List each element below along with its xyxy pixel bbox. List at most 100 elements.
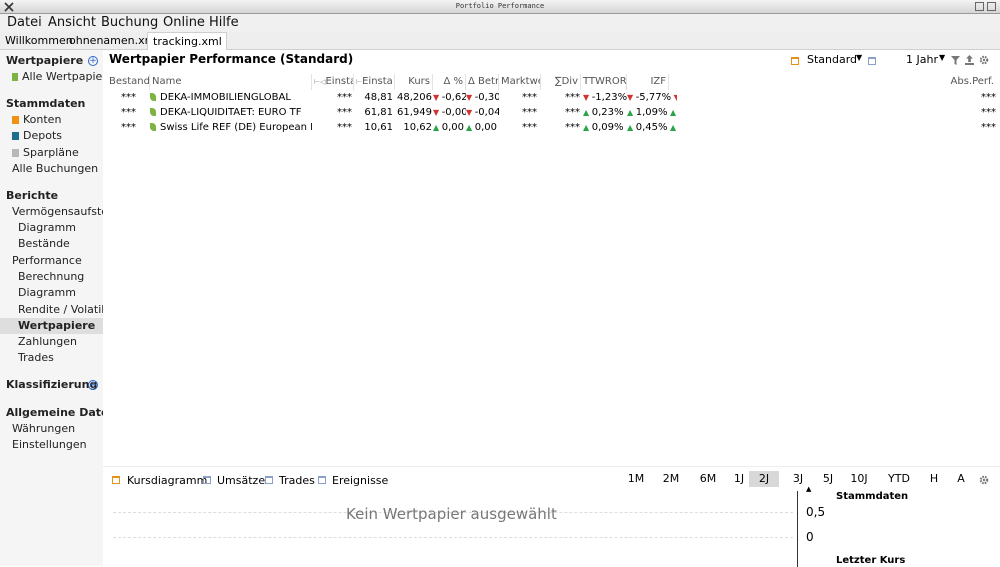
cell-value: *** [121,122,136,133]
file-tab-bar: Willkommen ohnenamen.xml tracking.xml × [0,32,1000,66]
sidebar-item-alle-wertpapiere[interactable]: Alle Wertpapiere [12,70,103,83]
trend-up-icon: ▲ [433,123,442,132]
transactions-icon [203,476,211,484]
sidebar-header-wertpapiere: Wertpapiere [6,54,84,67]
trend-down-icon: ▼ [433,93,442,102]
add-classification-icon[interactable]: + [88,380,98,390]
col-header-einstand2-label: Einsta [362,76,393,87]
range-button[interactable]: YTD [885,471,913,487]
range-button[interactable]: 5J [819,471,837,487]
cell-value: 61,949 [397,107,432,118]
col-header-einstand1[interactable]: ⊢◁Einsta [312,74,354,90]
col-header-abs-perf[interactable]: Abs.Perf. [946,74,996,90]
sidebar-item-diagramm[interactable]: Diagramm [18,221,76,234]
cell-value: *** [522,92,537,103]
range-button[interactable]: 2J [749,471,779,487]
range-button[interactable]: 2M [661,471,681,487]
view-save-icon[interactable] [868,55,876,68]
sidebar-item-wertpapiere[interactable]: Wertpapiere [18,319,95,332]
tab-trades[interactable]: Trades [265,474,315,487]
view-dropdown-icon[interactable]: ▼ [856,53,862,62]
sidebar-item-performance[interactable]: Performance [12,254,82,267]
cell-value: *** [981,122,996,133]
sidebar-item-einstellungen[interactable]: Einstellungen [12,438,87,451]
cell-name: DEKA-IMMOBILIENGLOBAL [150,90,312,105]
sidebar-item-bestaende[interactable]: Bestände [18,237,70,250]
sidebar-item-vermoegen[interactable]: Vermögensaufstell [12,205,103,218]
sidebar-item-perf-diagramm[interactable]: Diagramm [18,286,76,299]
cell-einst2: 48,81 [354,90,393,105]
trend-down-icon: ▼ [627,93,636,102]
col-header-kurs[interactable]: Kurs [395,74,433,90]
range-button[interactable]: 1M [627,471,645,487]
export-icon[interactable] [965,55,974,65]
cell-bestand: *** [107,120,150,135]
cell-value: 0,00 [441,122,464,133]
column-fx-icon: ⊢◁ [314,78,326,86]
menu-datei[interactable]: Datei [7,14,42,32]
range-button[interactable]: H [925,471,943,487]
cell-abs: *** [946,105,996,120]
range-button[interactable]: 6M [697,471,719,487]
add-security-icon[interactable]: + [88,56,98,66]
range-button[interactable]: 1J [731,471,747,487]
info-header-letzter-kurs: Letzter Kurs [836,555,906,566]
menu-online[interactable]: Online [163,14,205,32]
minimize-window-icon[interactable] [987,2,996,11]
trend-down-icon: ▼ [583,93,592,102]
cell-dbetr: ▼ -0,30 [466,90,499,105]
sidebar-header-allgemein: Allgemeine Dater [6,406,103,419]
tab-tracking[interactable]: tracking.xml × [147,32,227,66]
menu-buchung[interactable]: Buchung [101,14,158,32]
cell-value: *** [565,122,580,133]
sidebar-item-trades[interactable]: Trades [18,351,54,364]
sidebar-item-label: Alle Wertpapiere [22,70,103,83]
cell-value: DEKA-IMMOBILIENGLOBAL [160,92,291,103]
col-header-delta-pct[interactable]: Δ % [433,74,466,90]
cell-div: *** [541,105,580,120]
cell-kurs: 48,206 [395,90,432,105]
col-header-dividende[interactable]: ∑Div [541,74,581,90]
sidebar-item-alle-buchungen[interactable]: Alle Buchungen [12,162,98,175]
range-button[interactable]: 3J [791,471,805,487]
info-header-stammdaten: Stammdaten [836,491,909,502]
sidebar-item-rendite[interactable]: Rendite / Volatilit [18,303,103,316]
tab-umsaetze[interactable]: Umsätze [203,474,265,487]
y-axis-arrow-icon: ▲ [806,485,812,493]
maximize-window-icon[interactable] [975,2,984,11]
sidebar-item-depots[interactable]: Depots [12,129,62,142]
filter-icon[interactable] [951,56,960,65]
col-header-delta-betrag[interactable]: Δ Betr [466,74,499,90]
view-calendar-icon [791,55,799,68]
sidebar-item-waehrungen[interactable]: Währungen [12,422,75,435]
col-header-ttwror[interactable]: TTWROR [581,74,627,90]
cell-value: *** [121,92,136,103]
menu-ansicht[interactable]: Ansicht [48,14,96,32]
chart-settings-gear-icon[interactable] [979,475,989,485]
sidebar-header-stammdaten: Stammdaten [6,97,86,110]
sidebar-item-sparplaene[interactable]: Sparpläne [12,146,79,159]
trend-down-icon: ▼ [466,93,475,102]
col-header-marktwert[interactable]: Marktwe [499,74,541,90]
period-select[interactable]: 1 Jahr [906,53,938,66]
trend-up-icon: ▲ [667,123,677,132]
cell-value: Swiss Life REF (DE) European L [160,122,312,133]
col-header-name[interactable]: Name [150,74,312,90]
range-button[interactable]: 10J [849,471,869,487]
menu-hilfe[interactable]: Hilfe [209,14,239,32]
tab-kursdiagramm[interactable]: Kursdiagramm [112,474,207,487]
gear-icon[interactable] [979,55,989,65]
col-header-einstand2[interactable]: ⊢Einsta [354,74,395,90]
account-icon [12,116,19,124]
range-button[interactable]: A [954,471,968,487]
sidebar-item-berechnung[interactable]: Berechnung [18,270,84,283]
cell-einst2: 10,61 [354,120,393,135]
col-header-bestand[interactable]: Bestand [107,74,150,90]
sidebar-item-konten[interactable]: Konten [12,113,61,126]
col-header-izf[interactable]: IZF [627,74,669,90]
sidebar-item-zahlungen[interactable]: Zahlungen [18,335,77,348]
tab-ereignisse[interactable]: Ereignisse [318,474,388,487]
view-select[interactable]: Standard [807,53,857,66]
period-dropdown-icon[interactable]: ▼ [939,53,945,62]
cell-value: *** [522,107,537,118]
